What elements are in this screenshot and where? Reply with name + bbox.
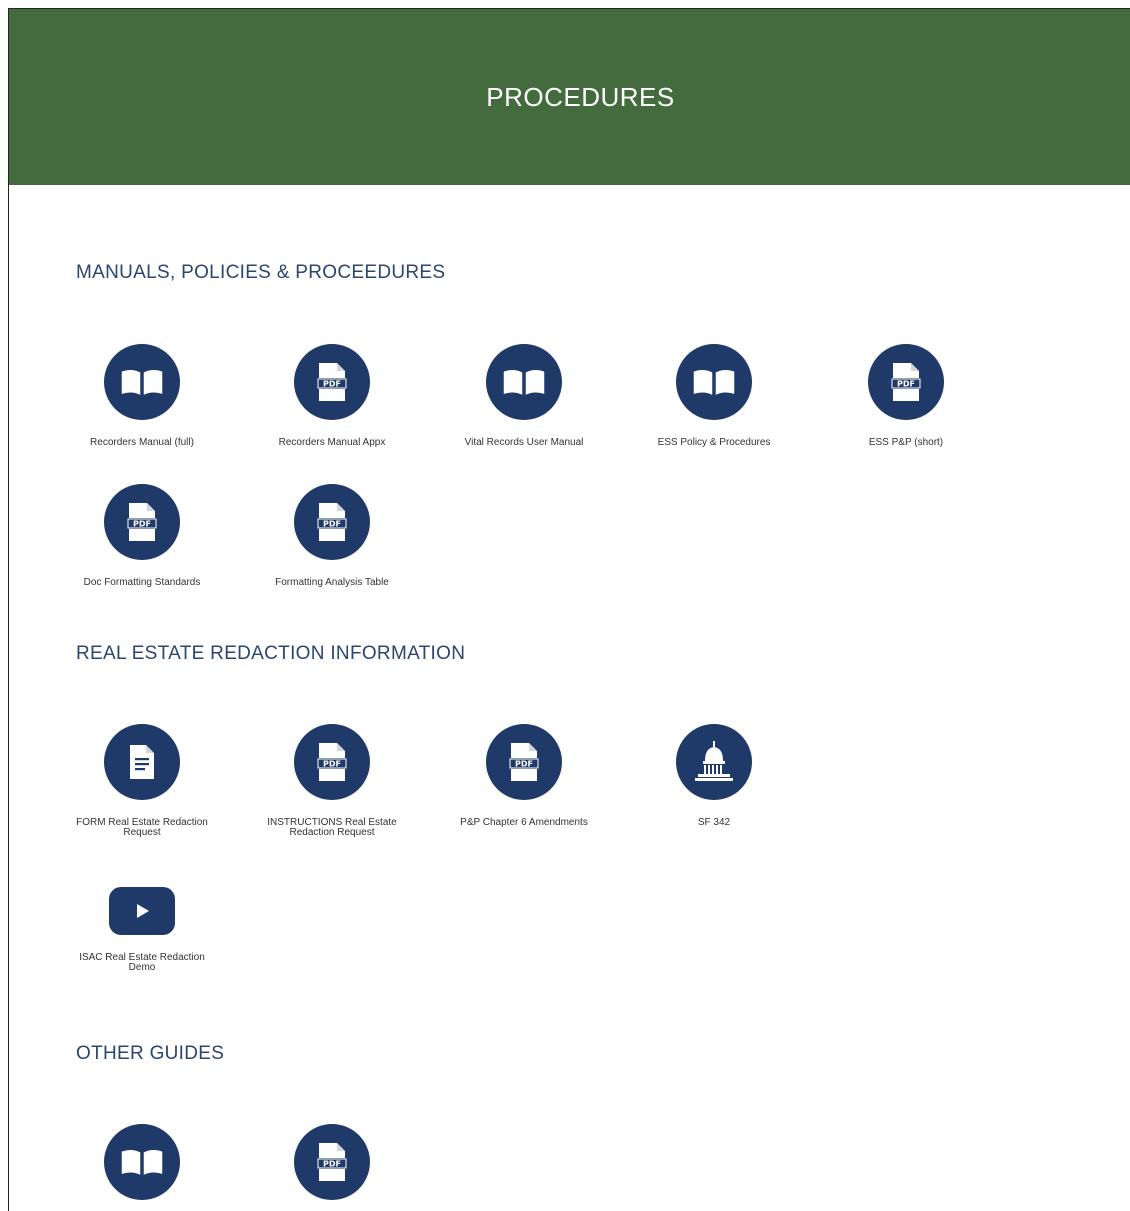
tile-recorders-manual-appx[interactable]: PDF Recorders Manual Appx	[257, 344, 407, 448]
page-title: PROCEDURES	[486, 81, 675, 112]
page-frame: PROCEDURES MANUALS, POLICIES & PROCEEDUR…	[8, 8, 1130, 1211]
tile-doc-formatting-standards[interactable]: PDF Doc Formatting Standards	[67, 484, 217, 588]
page-header-banner: PROCEDURES	[9, 9, 1130, 185]
tile-label: Doc Formatting Standards	[83, 577, 201, 588]
pdf-icon: PDF	[868, 344, 944, 420]
svg-text:PDF: PDF	[323, 380, 341, 389]
tile-label: Vital Records User Manual	[464, 437, 584, 448]
book-icon	[104, 1124, 180, 1200]
tile-other-guide-1[interactable]	[67, 1124, 217, 1211]
capitol-icon	[676, 724, 752, 800]
svg-text:PDF: PDF	[323, 520, 341, 529]
svg-text:PDF: PDF	[323, 1160, 341, 1169]
book-icon	[486, 344, 562, 420]
tile-isac-redaction-demo[interactable]: ISAC Real Estate Redaction Demo	[67, 873, 217, 973]
svg-text:PDF: PDF	[323, 760, 341, 769]
tile-ess-pp-short[interactable]: PDF ESS P&P (short)	[831, 344, 981, 448]
book-icon	[676, 344, 752, 420]
document-icon	[104, 724, 180, 800]
pdf-icon: PDF	[294, 344, 370, 420]
section-title-other-guides: OTHER GUIDES	[76, 1043, 225, 1064]
pdf-icon: PDF	[294, 484, 370, 560]
tile-label: P&P Chapter 6 Amendments	[460, 817, 588, 828]
pdf-icon: PDF	[486, 724, 562, 800]
tile-label: INSTRUCTIONS Real Estate Redaction Reque…	[267, 817, 397, 838]
youtube-icon	[109, 887, 175, 935]
tile-label: Recorders Manual (full)	[90, 437, 194, 448]
tile-label: FORM Real Estate Redaction Request	[76, 817, 208, 838]
tile-other-guide-2[interactable]: PDF	[257, 1124, 407, 1211]
tile-label: ISAC Real Estate Redaction Demo	[79, 952, 205, 973]
tile-formatting-analysis-table[interactable]: PDF Formatting Analysis Table	[257, 484, 407, 588]
tile-label: ESS P&P (short)	[868, 437, 944, 448]
tile-label: SF 342	[697, 817, 731, 828]
svg-text:PDF: PDF	[515, 760, 533, 769]
tile-label: ESS Policy & Procedures	[657, 437, 771, 448]
tile-recorders-manual-full[interactable]: Recorders Manual (full)	[67, 344, 217, 448]
svg-text:PDF: PDF	[897, 380, 915, 389]
tile-ess-policy-procedures[interactable]: ESS Policy & Procedures	[639, 344, 789, 448]
pdf-icon: PDF	[104, 484, 180, 560]
book-icon	[104, 344, 180, 420]
pdf-icon: PDF	[294, 1124, 370, 1200]
pdf-icon: PDF	[294, 724, 370, 800]
tile-vital-records-user-manual[interactable]: Vital Records User Manual	[449, 344, 599, 448]
tile-label: Recorders Manual Appx	[278, 437, 386, 448]
tile-sf-342[interactable]: SF 342	[639, 724, 789, 828]
tile-label: Formatting Analysis Table	[275, 577, 389, 588]
tile-instructions-redaction-request[interactable]: PDF INSTRUCTIONS Real Estate Redaction R…	[257, 724, 407, 838]
tile-form-redaction-request[interactable]: FORM Real Estate Redaction Request	[67, 724, 217, 838]
section-title-redaction: REAL ESTATE REDACTION INFORMATION	[76, 643, 466, 664]
section-title-manuals: MANUALS, POLICIES & PROCEEDURES	[76, 262, 446, 283]
svg-text:PDF: PDF	[133, 520, 151, 529]
tile-pp-chapter-6-amendments[interactable]: PDF P&P Chapter 6 Amendments	[449, 724, 599, 828]
